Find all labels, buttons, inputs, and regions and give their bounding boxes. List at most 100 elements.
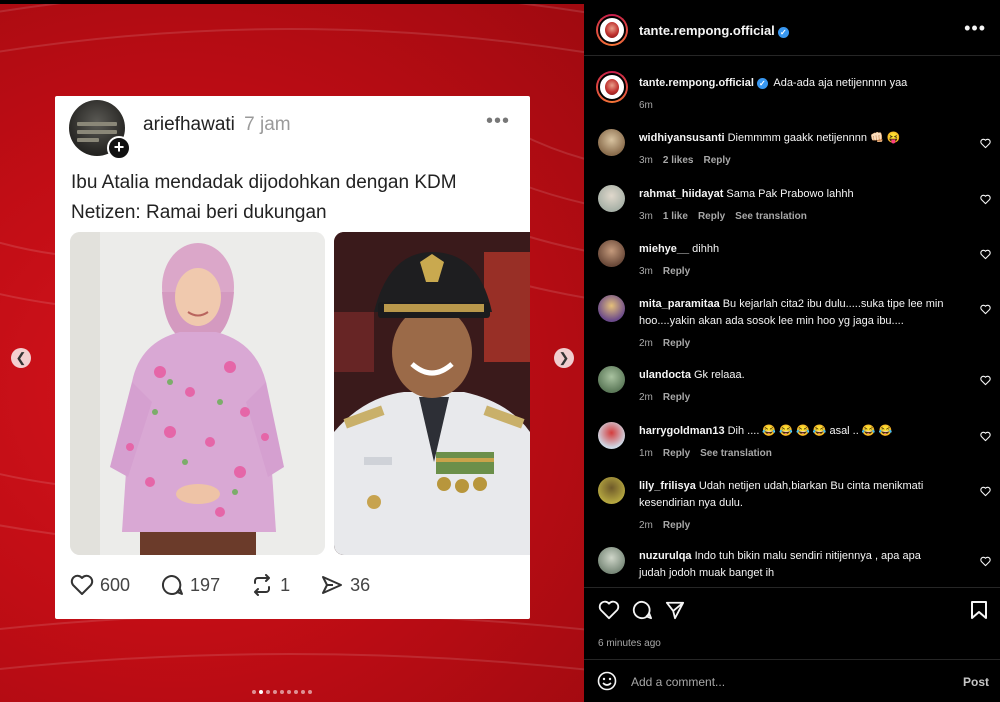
carousel-dot [273,690,277,694]
carousel-next-button[interactable]: ❯ [554,348,574,368]
comment-username[interactable]: widhiyansusanti [639,132,725,144]
comment-avatar[interactable] [598,477,625,504]
comment-username[interactable]: nuzurulqa [639,550,692,562]
stat-reposts-count: 1 [280,574,291,595]
post-button[interactable]: Post [963,675,989,689]
comment-body: lily_frilisya Udah netijen udah,biarkan B… [639,478,949,534]
comment-avatar[interactable] [598,547,625,574]
carousel-dot [301,690,305,694]
comment-username[interactable]: harrygoldman13 [639,425,725,437]
comment-reply-button[interactable]: Reply [698,211,725,222]
comment-username[interactable]: mita_paramitaa [639,298,720,310]
caption-text: Ada-ada aja netijennnn yaa [773,77,908,89]
comment-likes[interactable]: 2 likes [663,155,694,166]
carousel-dot [294,690,298,694]
bookmark-icon[interactable] [970,600,988,620]
carousel-dot [252,690,256,694]
post-time-ago: 6 minutes ago [598,638,661,649]
caption-username[interactable]: tante.rempong.official ✓ [639,77,768,89]
comment-time: 3m [639,155,653,166]
comment-meta: 2m Reply [639,389,949,406]
comment-reply-button[interactable]: Reply [663,520,690,531]
header-username[interactable]: tante.rempong.official ✓ [639,23,789,38]
comment-body: harrygoldman13 Dih .... 😂 😂 😂 😂 asal .. 😂… [639,423,949,462]
comment-username[interactable]: lily_frilisya [639,480,696,492]
add-comment-bar: Add a comment... Post [584,659,1000,702]
comment-likes[interactable]: 1 like [663,211,688,222]
comment-bubble-icon[interactable] [631,600,653,620]
add-comment-input[interactable]: Add a comment... [631,675,725,689]
comment-avatar[interactable] [598,240,625,267]
comment-like-heart-icon[interactable] [980,431,991,442]
caption-avatar[interactable] [596,71,628,103]
comments-list[interactable]: tante.rempong.official ✓ Ada-ada aja neti… [584,57,1000,587]
post-stats: 600 197 1 36 [70,574,400,596]
verified-icon: ✓ [777,27,789,38]
comment-avatar[interactable] [598,422,625,449]
stat-shares-count: 36 [350,574,371,595]
carousel-dot [280,690,284,694]
emoji-icon[interactable] [597,671,617,691]
photo-woman [70,232,325,555]
paper-plane-icon[interactable] [664,600,686,620]
comment-translate-link[interactable]: See translation [735,211,807,222]
comment-text: Diemmmm gaakk netijennnn 👊🏻 😝 [727,132,901,144]
comment-text: Gk relaaa. [693,369,745,381]
stat-likes: 600 [70,574,130,596]
comment-meta: 2m Reply [639,517,949,534]
comment-meta: 3m Reply [639,263,949,280]
stat-shares: 36 [320,574,370,596]
comment-username[interactable]: miehye__ [639,243,689,255]
comment-like-heart-icon[interactable] [980,138,991,149]
post-media: + ariefhawati 7 jam ••• Ibu Atalia menda… [0,4,584,702]
stat-comments-count: 197 [190,574,221,595]
comment-body: nuzurulqa Indo tuh bikin malu sendiri nit… [639,548,949,587]
more-options-icon[interactable]: ••• [964,18,986,39]
card-text-line: Netizen: Ramai beri dukungan [71,202,327,223]
comment-username[interactable]: ulandocta [639,369,691,381]
comment-meta: 3m 2 likes Reply [639,152,949,169]
comment-reply-button[interactable]: Reply [663,448,690,459]
comment-reply-button[interactable]: Reply [704,155,731,166]
comment-text: dihhh [692,243,720,255]
comment-avatar[interactable] [598,295,625,322]
stat-reposts: 1 [250,574,290,596]
comment-avatar[interactable] [598,366,625,393]
comment-time: 2m [639,338,653,349]
verified-icon: ✓ [756,78,768,89]
repost-icon [254,574,271,596]
author-time: 7 jam [244,114,291,135]
comment-like-heart-icon[interactable] [980,304,991,315]
comment-like-heart-icon[interactable] [980,556,991,567]
comment-translate-link[interactable]: See translation [700,448,772,459]
comment-like-heart-icon[interactable] [980,249,991,260]
comment-avatar[interactable] [598,129,625,156]
comment-like-heart-icon[interactable] [980,375,991,386]
comment-like-heart-icon[interactable] [980,486,991,497]
heart-icon[interactable] [598,600,620,620]
comment-time: 3m [639,211,653,222]
comment-meta: 3m 1 like Reply See translation [639,208,949,225]
stat-likes-count: 600 [100,574,131,595]
carousel-prev-button[interactable]: ❮ [11,348,31,368]
caption-body: tante.rempong.official ✓ Ada-ada aja neti… [639,75,949,114]
embedded-post-card: + ariefhawati 7 jam ••• Ibu Atalia menda… [55,96,530,619]
comment-body: ulandocta Gk relaaa. 2m Reply [639,367,949,406]
comment-reply-button[interactable]: Reply [663,392,690,403]
comment-username[interactable]: rahmat_hiidayat [639,188,723,200]
heart-icon [70,574,94,595]
caption-meta: 6m [639,97,949,114]
post-side-panel: tante.rempong.official ✓ ••• tante.rempon… [584,0,1000,702]
comment-reply-button[interactable]: Reply [663,266,690,277]
send-icon [322,576,343,594]
comment-body: mita_paramitaa Bu kejarlah cita2 ibu dulu… [639,296,949,352]
carousel-dot [259,690,263,694]
comment-reply-button[interactable]: Reply [663,338,690,349]
comment-body: miehye__ dihhh 3m Reply [639,241,949,280]
header-avatar[interactable] [596,14,628,46]
comment-time: 1m [639,448,653,459]
comment-like-heart-icon[interactable] [980,194,991,205]
card-text-line: Ibu Atalia mendadak dijodohkan dengan KD… [71,172,457,193]
comment-avatar[interactable] [598,185,625,212]
follow-plus-icon: + [107,136,131,160]
